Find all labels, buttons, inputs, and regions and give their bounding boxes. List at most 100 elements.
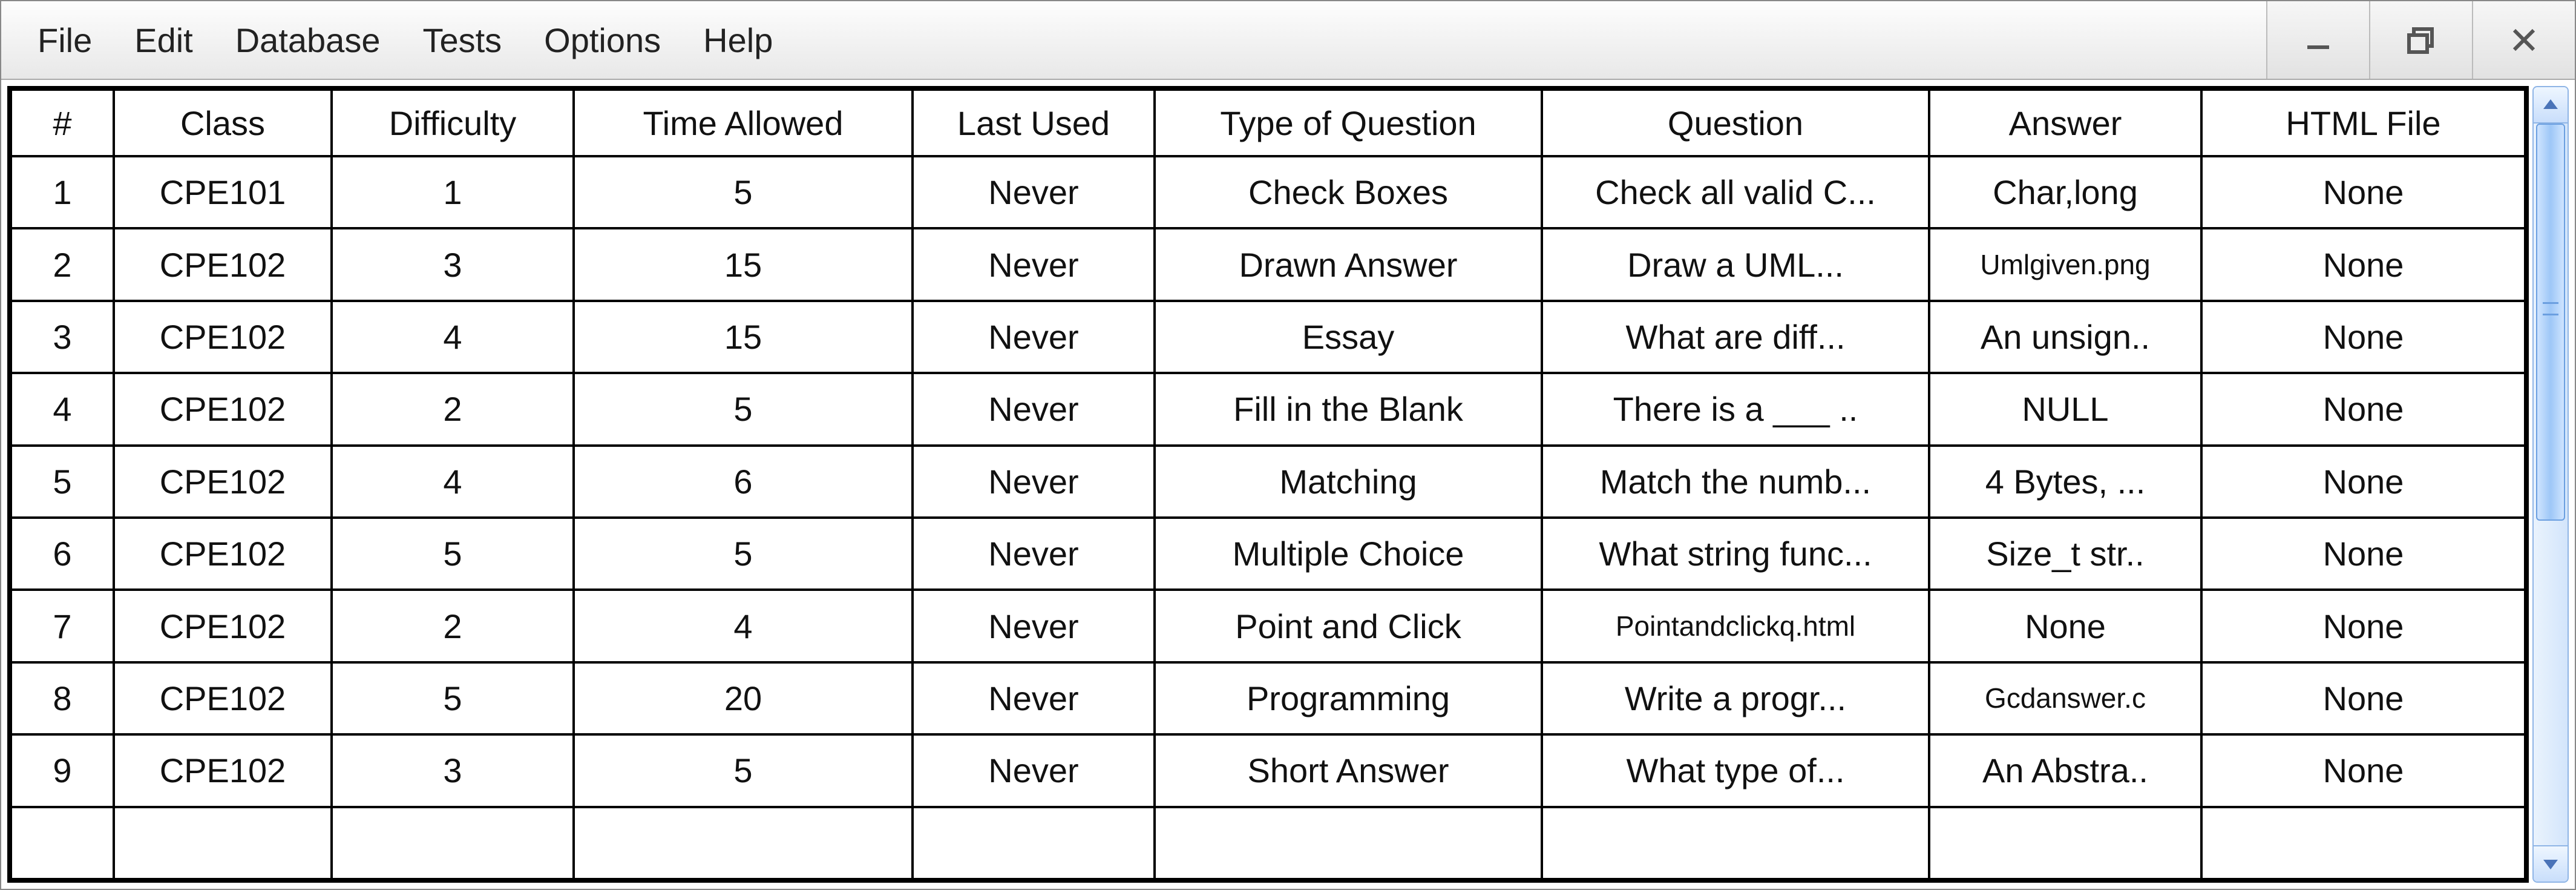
cell-class[interactable]: CPE102 <box>114 373 332 445</box>
table-row[interactable]: 9CPE10235NeverShort AnswerWhat type of..… <box>11 734 2525 806</box>
cell-num[interactable]: 5 <box>11 446 114 518</box>
cell-class[interactable]: CPE102 <box>114 590 332 662</box>
cell-time-allowed[interactable]: 15 <box>574 301 913 373</box>
cell-num[interactable]: 6 <box>11 518 114 590</box>
cell-question[interactable]: Draw a UML... <box>1542 228 1929 300</box>
cell-class[interactable]: CPE102 <box>114 228 332 300</box>
cell-last-used[interactable]: Never <box>913 590 1155 662</box>
cell-html-file[interactable]: None <box>2201 373 2525 445</box>
cell-question[interactable]: Write a progr... <box>1542 662 1929 734</box>
menu-database[interactable]: Database <box>217 15 399 66</box>
cell-question[interactable]: There is a ___ .. <box>1542 373 1929 445</box>
cell-num[interactable]: 4 <box>11 373 114 445</box>
cell-answer[interactable]: 4 Bytes, ... <box>1929 446 2201 518</box>
vertical-scrollbar[interactable] <box>2532 86 2569 883</box>
cell-difficulty[interactable]: 5 <box>332 518 574 590</box>
cell-class[interactable]: CPE101 <box>114 156 332 228</box>
scroll-up-button[interactable] <box>2534 87 2568 124</box>
cell-class[interactable]: CPE102 <box>114 734 332 806</box>
cell-difficulty[interactable]: 4 <box>332 446 574 518</box>
col-header-answer[interactable]: Answer <box>1929 90 2201 156</box>
cell-class[interactable]: CPE102 <box>114 662 332 734</box>
cell-time-allowed[interactable]: 4 <box>574 590 913 662</box>
cell-difficulty[interactable]: 2 <box>332 373 574 445</box>
cell-num[interactable]: 3 <box>11 301 114 373</box>
cell-time-allowed[interactable] <box>574 807 913 879</box>
cell-answer[interactable] <box>1929 807 2201 879</box>
cell-time-allowed[interactable]: 5 <box>574 518 913 590</box>
cell-last-used[interactable] <box>913 807 1155 879</box>
cell-num[interactable]: 7 <box>11 590 114 662</box>
cell-html-file[interactable] <box>2201 807 2525 879</box>
cell-html-file[interactable]: None <box>2201 518 2525 590</box>
col-header-difficulty[interactable]: Difficulty <box>332 90 574 156</box>
cell-type[interactable]: Multiple Choice <box>1155 518 1542 590</box>
table-row[interactable]: 4CPE10225NeverFill in the BlankThere is … <box>11 373 2525 445</box>
cell-answer[interactable]: NULL <box>1929 373 2201 445</box>
table-row[interactable]: 5CPE10246NeverMatchingMatch the numb...4… <box>11 446 2525 518</box>
cell-num[interactable]: 9 <box>11 734 114 806</box>
cell-difficulty[interactable] <box>332 807 574 879</box>
cell-class[interactable] <box>114 807 332 879</box>
maximize-button[interactable] <box>2369 1 2472 79</box>
cell-time-allowed[interactable]: 5 <box>574 373 913 445</box>
cell-type[interactable]: Short Answer <box>1155 734 1542 806</box>
cell-last-used[interactable]: Never <box>913 301 1155 373</box>
cell-difficulty[interactable]: 3 <box>332 734 574 806</box>
table-row[interactable]: 2CPE102315NeverDrawn AnswerDraw a UML...… <box>11 228 2525 300</box>
cell-last-used[interactable]: Never <box>913 373 1155 445</box>
cell-type[interactable]: Matching <box>1155 446 1542 518</box>
cell-question[interactable]: Match the numb... <box>1542 446 1929 518</box>
cell-class[interactable]: CPE102 <box>114 301 332 373</box>
scroll-down-button[interactable] <box>2534 845 2568 882</box>
cell-last-used[interactable]: Never <box>913 228 1155 300</box>
table-row[interactable]: 8CPE102520NeverProgrammingWrite a progr.… <box>11 662 2525 734</box>
cell-time-allowed[interactable]: 5 <box>574 734 913 806</box>
table-row[interactable] <box>11 807 2525 879</box>
menu-edit[interactable]: Edit <box>116 15 211 66</box>
cell-time-allowed[interactable]: 20 <box>574 662 913 734</box>
scroll-thumb[interactable] <box>2536 124 2565 521</box>
cell-difficulty[interactable]: 5 <box>332 662 574 734</box>
cell-answer[interactable]: An Abstra.. <box>1929 734 2201 806</box>
menu-file[interactable]: File <box>19 15 110 66</box>
cell-html-file[interactable]: None <box>2201 662 2525 734</box>
cell-class[interactable]: CPE102 <box>114 518 332 590</box>
cell-num[interactable] <box>11 807 114 879</box>
cell-html-file[interactable]: None <box>2201 590 2525 662</box>
cell-num[interactable]: 2 <box>11 228 114 300</box>
cell-html-file[interactable]: None <box>2201 228 2525 300</box>
menu-options[interactable]: Options <box>526 15 679 66</box>
cell-last-used[interactable]: Never <box>913 734 1155 806</box>
cell-type[interactable]: Check Boxes <box>1155 156 1542 228</box>
questions-table[interactable]: # Class Difficulty Time Allowed Last Use… <box>10 88 2526 880</box>
cell-question[interactable]: What type of... <box>1542 734 1929 806</box>
col-header-time[interactable]: Time Allowed <box>574 90 913 156</box>
cell-html-file[interactable]: None <box>2201 156 2525 228</box>
cell-answer[interactable]: None <box>1929 590 2201 662</box>
cell-type[interactable]: Point and Click <box>1155 590 1542 662</box>
cell-num[interactable]: 1 <box>11 156 114 228</box>
menu-help[interactable]: Help <box>685 15 791 66</box>
col-header-html-file[interactable]: HTML File <box>2201 90 2525 156</box>
col-header-class[interactable]: Class <box>114 90 332 156</box>
cell-difficulty[interactable]: 4 <box>332 301 574 373</box>
col-header-type[interactable]: Type of Question <box>1155 90 1542 156</box>
cell-type[interactable]: Drawn Answer <box>1155 228 1542 300</box>
table-row[interactable]: 6CPE10255NeverMultiple ChoiceWhat string… <box>11 518 2525 590</box>
cell-difficulty[interactable]: 1 <box>332 156 574 228</box>
cell-difficulty[interactable]: 2 <box>332 590 574 662</box>
cell-answer[interactable]: Size_t str.. <box>1929 518 2201 590</box>
menu-tests[interactable]: Tests <box>404 15 520 66</box>
cell-time-allowed[interactable]: 6 <box>574 446 913 518</box>
cell-answer[interactable]: Umlgiven.png <box>1929 228 2201 300</box>
close-button[interactable] <box>2472 1 2575 79</box>
cell-question[interactable]: What string func... <box>1542 518 1929 590</box>
cell-time-allowed[interactable]: 15 <box>574 228 913 300</box>
cell-question[interactable]: Check all valid C... <box>1542 156 1929 228</box>
cell-type[interactable]: Fill in the Blank <box>1155 373 1542 445</box>
cell-html-file[interactable]: None <box>2201 734 2525 806</box>
cell-answer[interactable]: An unsign.. <box>1929 301 2201 373</box>
cell-answer[interactable]: Gcdanswer.c <box>1929 662 2201 734</box>
cell-time-allowed[interactable]: 5 <box>574 156 913 228</box>
